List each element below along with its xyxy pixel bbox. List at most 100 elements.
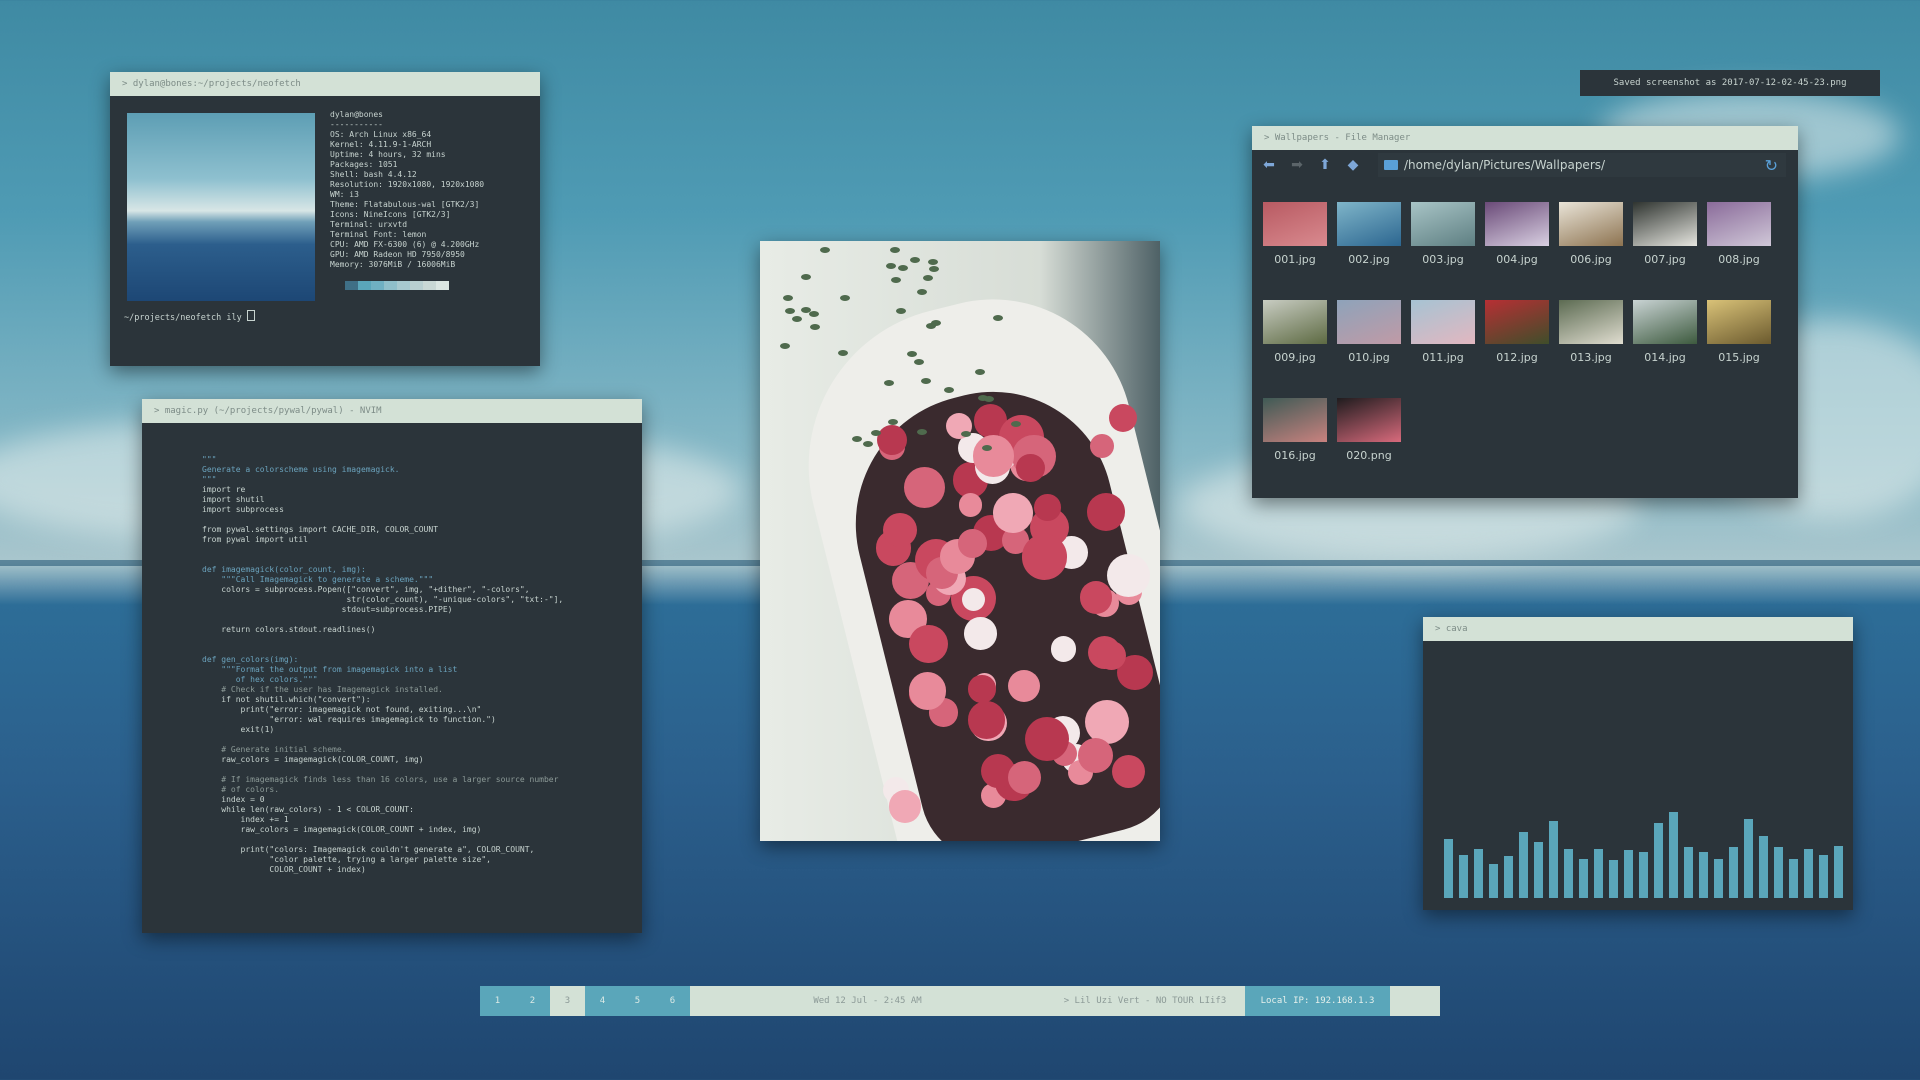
window-titlebar[interactable]: > cava: [1423, 617, 1853, 641]
workspace-3[interactable]: 3: [550, 986, 585, 1016]
path-bar[interactable]: /home/dylan/Pictures/Wallpapers/ ↻: [1378, 153, 1786, 177]
image-thumbnail: [1337, 202, 1401, 246]
flower-blossom: [1034, 494, 1061, 521]
file-name: 007.jpg: [1644, 253, 1686, 266]
spectrum-bar: [1639, 852, 1648, 898]
code-line: """: [202, 455, 217, 464]
file-item[interactable]: 006.jpg: [1554, 202, 1628, 300]
file-item[interactable]: 013.jpg: [1554, 300, 1628, 398]
reload-icon[interactable]: ↻: [1765, 156, 1778, 175]
flower-blossom: [958, 529, 987, 558]
spectrum-bar: [1609, 860, 1618, 898]
file-item[interactable]: 010.jpg: [1332, 300, 1406, 398]
code-line: return colors.stdout.readlines(): [202, 625, 376, 634]
file-name: 013.jpg: [1570, 351, 1612, 364]
vine-leaf: [1010, 420, 1021, 427]
code-line: def gen_colors(img):: [202, 655, 299, 664]
neofetch-terminal-window[interactable]: > dylan@bones:~/projects/neofetch dylan@…: [110, 72, 540, 366]
workspace-6[interactable]: 6: [655, 986, 690, 1016]
system-info-line: Shell: bash 4.4.12: [330, 170, 417, 179]
file-item[interactable]: 012.jpg: [1480, 300, 1554, 398]
flower-blossom: [1077, 738, 1113, 774]
code-line: print("colors: Imagemagick couldn't gene…: [202, 845, 535, 854]
file-item[interactable]: 008.jpg: [1702, 202, 1776, 300]
image-thumbnail: [1485, 202, 1549, 246]
file-item[interactable]: 001.jpg: [1258, 202, 1332, 300]
flower-blossom: [1087, 492, 1126, 531]
file-name: 003.jpg: [1422, 253, 1464, 266]
palette-swatch: [371, 281, 384, 290]
file-item[interactable]: 014.jpg: [1628, 300, 1702, 398]
spectrum-bar: [1684, 847, 1693, 898]
code-line: # Generate initial scheme.: [202, 745, 347, 754]
file-item[interactable]: 009.jpg: [1258, 300, 1332, 398]
forward-arrow-icon[interactable]: ➡: [1288, 156, 1306, 174]
spectrum-bar: [1489, 864, 1498, 898]
spectrum-bar: [1459, 855, 1468, 898]
file-item[interactable]: 020.png: [1332, 398, 1406, 496]
spectrum-bar: [1714, 859, 1723, 898]
code-line: print("error: imagemagick not found, exi…: [202, 705, 482, 714]
spectrum-bar: [1729, 847, 1738, 898]
screenshot-notification: Saved screenshot as 2017-07-12-02-45-23.…: [1580, 70, 1880, 96]
file-item[interactable]: 007.jpg: [1628, 202, 1702, 300]
nvim-editor-window[interactable]: > magic.py (~/projects/pywal/pywal) - NV…: [142, 399, 642, 933]
image-thumbnail: [1633, 300, 1697, 344]
window-titlebar[interactable]: > dylan@bones:~/projects/neofetch: [110, 72, 540, 96]
code-line: exit(1): [202, 725, 275, 734]
code-line: """Call Imagemagick to generate a scheme…: [202, 575, 434, 584]
window-titlebar[interactable]: > Wallpapers - File Manager: [1252, 126, 1798, 150]
spectrum-bar: [1699, 852, 1708, 898]
shell-prompt[interactable]: ~/projects/neofetch ily: [124, 310, 255, 323]
spectrum-bar: [1804, 849, 1813, 898]
workspace-4[interactable]: 4: [585, 986, 620, 1016]
image-thumbnail: [1707, 202, 1771, 246]
workspace-5[interactable]: 5: [620, 986, 655, 1016]
vine-leaf: [960, 430, 971, 437]
palette-swatch: [345, 281, 358, 290]
file-grid: 001.jpg 002.jpg 003.jpg 004.jpg 006.jpg 007.j…: [1258, 202, 1776, 496]
now-playing[interactable]: > Lil Uzi Vert - NO TOUR LIif3: [1045, 986, 1245, 1016]
code-line: index = 0: [202, 795, 265, 804]
file-name: 015.jpg: [1718, 351, 1760, 364]
cava-visualizer-window[interactable]: > cava: [1423, 617, 1853, 910]
spectrum-bar: [1474, 849, 1483, 898]
file-name: 012.jpg: [1496, 351, 1538, 364]
file-item[interactable]: 004.jpg: [1480, 202, 1554, 300]
code-buffer[interactable]: """ Generate a colorscheme using imagemag…: [202, 455, 563, 875]
code-line: raw_colors = imagemagick(COLOR_COUNT, im…: [202, 755, 424, 764]
image-thumbnail: [1337, 398, 1401, 442]
folder-icon: [1384, 160, 1398, 170]
workspace-1[interactable]: 1: [480, 986, 515, 1016]
window-titlebar[interactable]: > magic.py (~/projects/pywal/pywal) - NV…: [142, 399, 642, 423]
image-thumbnail: [1263, 300, 1327, 344]
bathtub-flowers-photo: [760, 241, 1160, 841]
palette-swatch: [384, 281, 397, 290]
file-item[interactable]: 011.jpg: [1406, 300, 1480, 398]
code-line: Generate a colorscheme using imagemagick…: [202, 465, 400, 474]
flower-blossom: [1090, 434, 1115, 458]
file-item[interactable]: 002.jpg: [1332, 202, 1406, 300]
workspace-2[interactable]: 2: [515, 986, 550, 1016]
code-line: """Format the output from imagemagick in…: [202, 665, 458, 674]
flower-blossom: [1050, 636, 1077, 662]
system-info-line: Terminal: urxvtd: [330, 220, 408, 229]
file-item[interactable]: 003.jpg: [1406, 202, 1480, 300]
code-line: # Check if the user has Imagemagick inst…: [202, 685, 443, 694]
vine-leaf: [897, 264, 908, 271]
file-manager-window[interactable]: > Wallpapers - File Manager ⬅ ➡ ⬆ ◆ /hom…: [1252, 126, 1798, 498]
file-item[interactable]: 016.jpg: [1258, 398, 1332, 496]
system-info-line: Icons: NineIcons [GTK2/3]: [330, 210, 451, 219]
file-item[interactable]: 015.jpg: [1702, 300, 1776, 398]
flower-blossom: [993, 492, 1033, 533]
up-arrow-icon[interactable]: ⬆: [1316, 156, 1334, 174]
path-text: /home/dylan/Pictures/Wallpapers/: [1404, 158, 1606, 172]
spectrum-bar: [1744, 819, 1753, 898]
bookmark-icon[interactable]: ◆: [1344, 156, 1362, 174]
back-arrow-icon[interactable]: ⬅: [1260, 156, 1278, 174]
flower-blossom: [967, 701, 1006, 739]
spectrum-bar: [1624, 850, 1633, 898]
